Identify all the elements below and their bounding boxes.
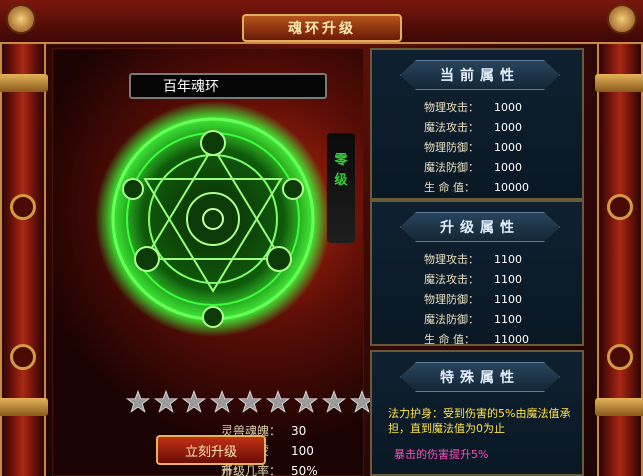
stat-value: 1000 (494, 161, 522, 174)
stat-label: 物理防御： (424, 293, 479, 306)
rank-tag: 零级 (327, 133, 355, 243)
stat-value: 1100 (494, 273, 522, 286)
special-attributes-panel: 特殊属性 法力护身：受到伤害的5%由魔法值承担，直到魔法值为0为止 暴击的伤害提… (370, 350, 584, 476)
star-icon (293, 389, 319, 413)
stat-row: 物理攻击： 1000 (424, 98, 529, 118)
special-attribute-extra: 暴击的伤害提升5% (394, 448, 489, 461)
stat-label: 物理防御： (424, 141, 479, 154)
stat-row: 生 命 值： 11000 (424, 330, 529, 350)
star-icon (153, 389, 179, 413)
left-pillar (0, 44, 48, 476)
stat-label: 生 命 值： (424, 181, 475, 194)
stat-value: 1100 (494, 293, 522, 306)
pillar-cap (0, 74, 48, 92)
stat-row: 魔法攻击： 1100 (424, 270, 529, 290)
upgrade-now-button[interactable]: 立刻升级 (156, 435, 266, 465)
special-attributes-title: 特殊属性 (400, 362, 560, 392)
stat-value: 1000 (494, 141, 522, 154)
stat-row: 魔法防御： 1000 (424, 158, 529, 178)
special-attribute-description: 法力护身：受到伤害的5%由魔法值承担，直到魔法值为0为止 (388, 407, 571, 435)
current-attributes-title: 当前属性 (400, 60, 560, 90)
stat-label: 生 命 值： (424, 333, 475, 346)
stat-label: 物理攻击： (424, 253, 479, 266)
star-icon (181, 389, 207, 413)
star-icon (209, 389, 235, 413)
upgrade-attributes-list: 物理攻击： 1100 魔法攻击： 1100 物理防御： 1100 魔法防御： 1100 … (424, 250, 529, 350)
right-pillar (595, 44, 643, 476)
stat-value: 1000 (494, 101, 522, 114)
pillar-ring (607, 344, 633, 370)
rank-label: 零级 (334, 153, 348, 188)
requirement-value: 30 (291, 424, 307, 438)
stat-row: 物理防御： 1000 (424, 138, 529, 158)
star-rating (125, 389, 405, 415)
current-attributes-list: 物理攻击： 1000 魔法攻击： 1000 物理防御： 1000 魔法防御： 1000 … (424, 98, 529, 198)
corner-ornament-right (607, 4, 637, 34)
current-attributes-panel: 当前属性 物理攻击： 1000 魔法攻击： 1000 物理防御： 1000 魔法防御：… (370, 48, 584, 200)
stat-value: 11000 (494, 333, 529, 346)
window-title: 魂环升级 (242, 14, 402, 42)
stat-value: 10000 (494, 181, 529, 194)
stat-row: 物理攻击： 1100 (424, 250, 529, 270)
stat-label: 物理攻击： (424, 101, 479, 114)
stat-label: 魔法攻击： (424, 273, 479, 286)
corner-ornament-left (6, 4, 36, 34)
stat-row: 魔法防御： 1100 (424, 310, 529, 330)
star-icon (125, 389, 151, 413)
star-icon (321, 389, 347, 413)
portal-panel: 百年魂环 零级 灵兽魂魄： 30 币： 100 升级几率： 50% 立刻升级 (52, 48, 403, 476)
requirement-value: 50% (291, 464, 318, 476)
upgrade-attributes-panel: 升级属性 物理攻击： 1100 魔法攻击： 1100 物理防御： 1100 魔法防御：… (370, 200, 584, 346)
title-bar: 魂环升级 (0, 0, 643, 44)
pillar-ring (10, 194, 36, 220)
stat-label: 魔法防御： (424, 161, 479, 174)
pillar-cap (595, 398, 643, 416)
pillar-ring (10, 344, 36, 370)
stat-label: 魔法攻击： (424, 121, 479, 134)
stat-value: 1100 (494, 313, 522, 326)
stat-label: 魔法防御： (424, 313, 479, 326)
stat-value: 1100 (494, 253, 522, 266)
stat-row: 生 命 值： 10000 (424, 178, 529, 198)
stat-row: 魔法攻击： 1000 (424, 118, 529, 138)
pillar-ring (607, 194, 633, 220)
soul-ring-emblem-icon (95, 101, 331, 337)
pillar-cap (595, 74, 643, 92)
upgrade-attributes-title: 升级属性 (400, 212, 560, 242)
pillar-cap (0, 398, 48, 416)
soul-ring-name: 百年魂环 (129, 73, 327, 99)
star-icon (237, 389, 263, 413)
star-icon (265, 389, 291, 413)
requirement-value: 100 (291, 444, 314, 458)
stat-value: 1000 (494, 121, 522, 134)
stat-row: 物理防御： 1100 (424, 290, 529, 310)
